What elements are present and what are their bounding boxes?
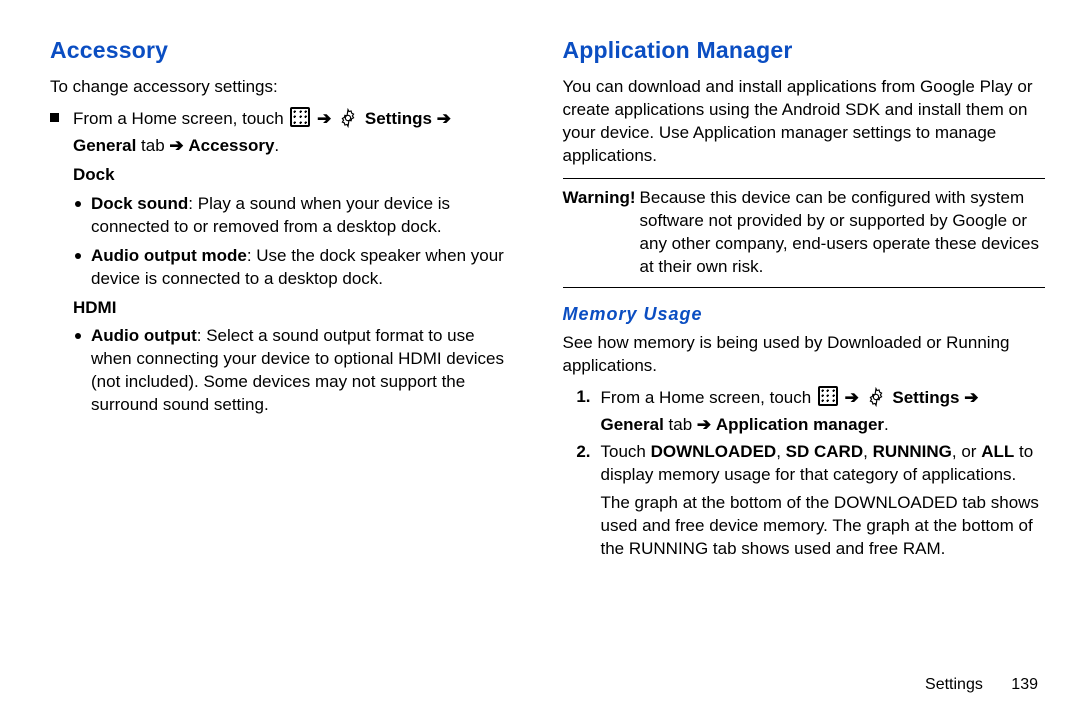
comma: , xyxy=(776,442,785,461)
arrow-icon: ➔ xyxy=(697,415,711,434)
warning-label: Warning! xyxy=(563,187,636,279)
nav-prefix: From a Home screen, touch xyxy=(73,109,284,128)
dock-bullets: Dock sound: Play a sound when your devic… xyxy=(73,193,518,291)
dock-sound-label: Dock sound xyxy=(91,194,188,213)
footer-page-number: 139 xyxy=(1011,676,1038,693)
hdmi-subheading: HDMI xyxy=(73,297,518,320)
gear-icon xyxy=(338,108,358,135)
step-extra-text: The graph at the bottom of the DOWNLOADE… xyxy=(601,492,1046,561)
nav-settings-label: Settings xyxy=(365,109,432,128)
bullet-body: Dock sound: Play a sound when your devic… xyxy=(91,193,518,239)
step-body: From a Home screen, touch ➔ Settings ➔ G… xyxy=(601,386,1046,437)
arrow-icon: ➔ xyxy=(317,109,331,128)
bullet-body: Audio output mode: Use the dock speaker … xyxy=(91,245,518,291)
gear-icon xyxy=(866,387,886,414)
step2-all: ALL xyxy=(981,442,1014,461)
apps-grid-icon xyxy=(290,107,310,127)
step-number: 2. xyxy=(563,441,591,487)
footer-section: Settings xyxy=(925,676,983,693)
apps-grid-icon xyxy=(818,386,838,406)
nav-tab-label: General xyxy=(73,136,136,155)
heading-accessory: Accessory xyxy=(50,35,518,66)
nav-item-body: From a Home screen, touch ➔ Settings ➔ G… xyxy=(73,107,518,423)
step-number: 1. xyxy=(563,386,591,437)
nav-tab-suffix: tab xyxy=(136,136,164,155)
heading-app-manager: Application Manager xyxy=(563,35,1046,66)
step-item: 1. From a Home screen, touch ➔ Settings … xyxy=(563,386,1046,437)
bullet-body: Audio output: Select a sound output form… xyxy=(91,325,518,417)
step2-prefix: Touch xyxy=(601,442,651,461)
app-manager-intro: You can download and install application… xyxy=(563,76,1046,168)
step1-tab-suffix: tab xyxy=(664,415,692,434)
step-item: 2. Touch DOWNLOADED, SD CARD, RUNNING, o… xyxy=(563,441,1046,487)
square-bullet-icon xyxy=(50,113,59,122)
warning-body: Because this device can be configured wi… xyxy=(640,187,1045,279)
comma: , xyxy=(863,442,872,461)
period: . xyxy=(884,415,889,434)
dock-subheading: Dock xyxy=(73,164,518,187)
step2-downloaded: DOWNLOADED xyxy=(651,442,777,461)
period: . xyxy=(274,136,279,155)
accessory-nav-block: From a Home screen, touch ➔ Settings ➔ G… xyxy=(50,107,518,423)
step1-settings: Settings xyxy=(892,388,959,407)
bullet-item: Dock sound: Play a sound when your devic… xyxy=(73,193,518,239)
hdmi-bullets: Audio output: Select a sound output form… xyxy=(73,325,518,417)
page: Accessory To change accessory settings: … xyxy=(0,0,1080,720)
arrow-icon: ➔ xyxy=(169,136,183,155)
subheading-memory-usage: Memory Usage xyxy=(563,302,1046,326)
disc-bullet-icon xyxy=(75,333,81,339)
step1-dest: Application manager xyxy=(716,415,884,434)
comma: , or xyxy=(952,442,981,461)
step-body: Touch DOWNLOADED, SD CARD, RUNNING, or A… xyxy=(601,441,1046,487)
step2-running: RUNNING xyxy=(873,442,952,461)
nav-dest-label: Accessory xyxy=(188,136,274,155)
memory-usage-intro: See how memory is being used by Download… xyxy=(563,332,1046,378)
audio-output-label: Audio output xyxy=(91,326,197,345)
page-footer: Settings 139 xyxy=(925,674,1038,696)
bullet-item: Audio output mode: Use the dock speaker … xyxy=(73,245,518,291)
arrow-icon: ➔ xyxy=(964,388,978,407)
step1-tab: General xyxy=(601,415,664,434)
warning-box: Warning! Because this device can be conf… xyxy=(563,178,1046,288)
arrow-icon: ➔ xyxy=(845,388,859,407)
disc-bullet-icon xyxy=(75,253,81,259)
left-column: Accessory To change accessory settings: … xyxy=(50,35,548,700)
nav-list-item: From a Home screen, touch ➔ Settings ➔ G… xyxy=(50,107,518,423)
step2-sdcard: SD CARD xyxy=(786,442,863,461)
arrow-icon: ➔ xyxy=(437,109,451,128)
audio-output-mode-label: Audio output mode xyxy=(91,246,247,265)
step1-prefix: From a Home screen, touch xyxy=(601,388,812,407)
right-column: Application Manager You can download and… xyxy=(548,35,1046,700)
disc-bullet-icon xyxy=(75,201,81,207)
numbered-steps: 1. From a Home screen, touch ➔ Settings … xyxy=(563,386,1046,562)
bullet-item: Audio output: Select a sound output form… xyxy=(73,325,518,417)
accessory-intro: To change accessory settings: xyxy=(50,76,518,99)
